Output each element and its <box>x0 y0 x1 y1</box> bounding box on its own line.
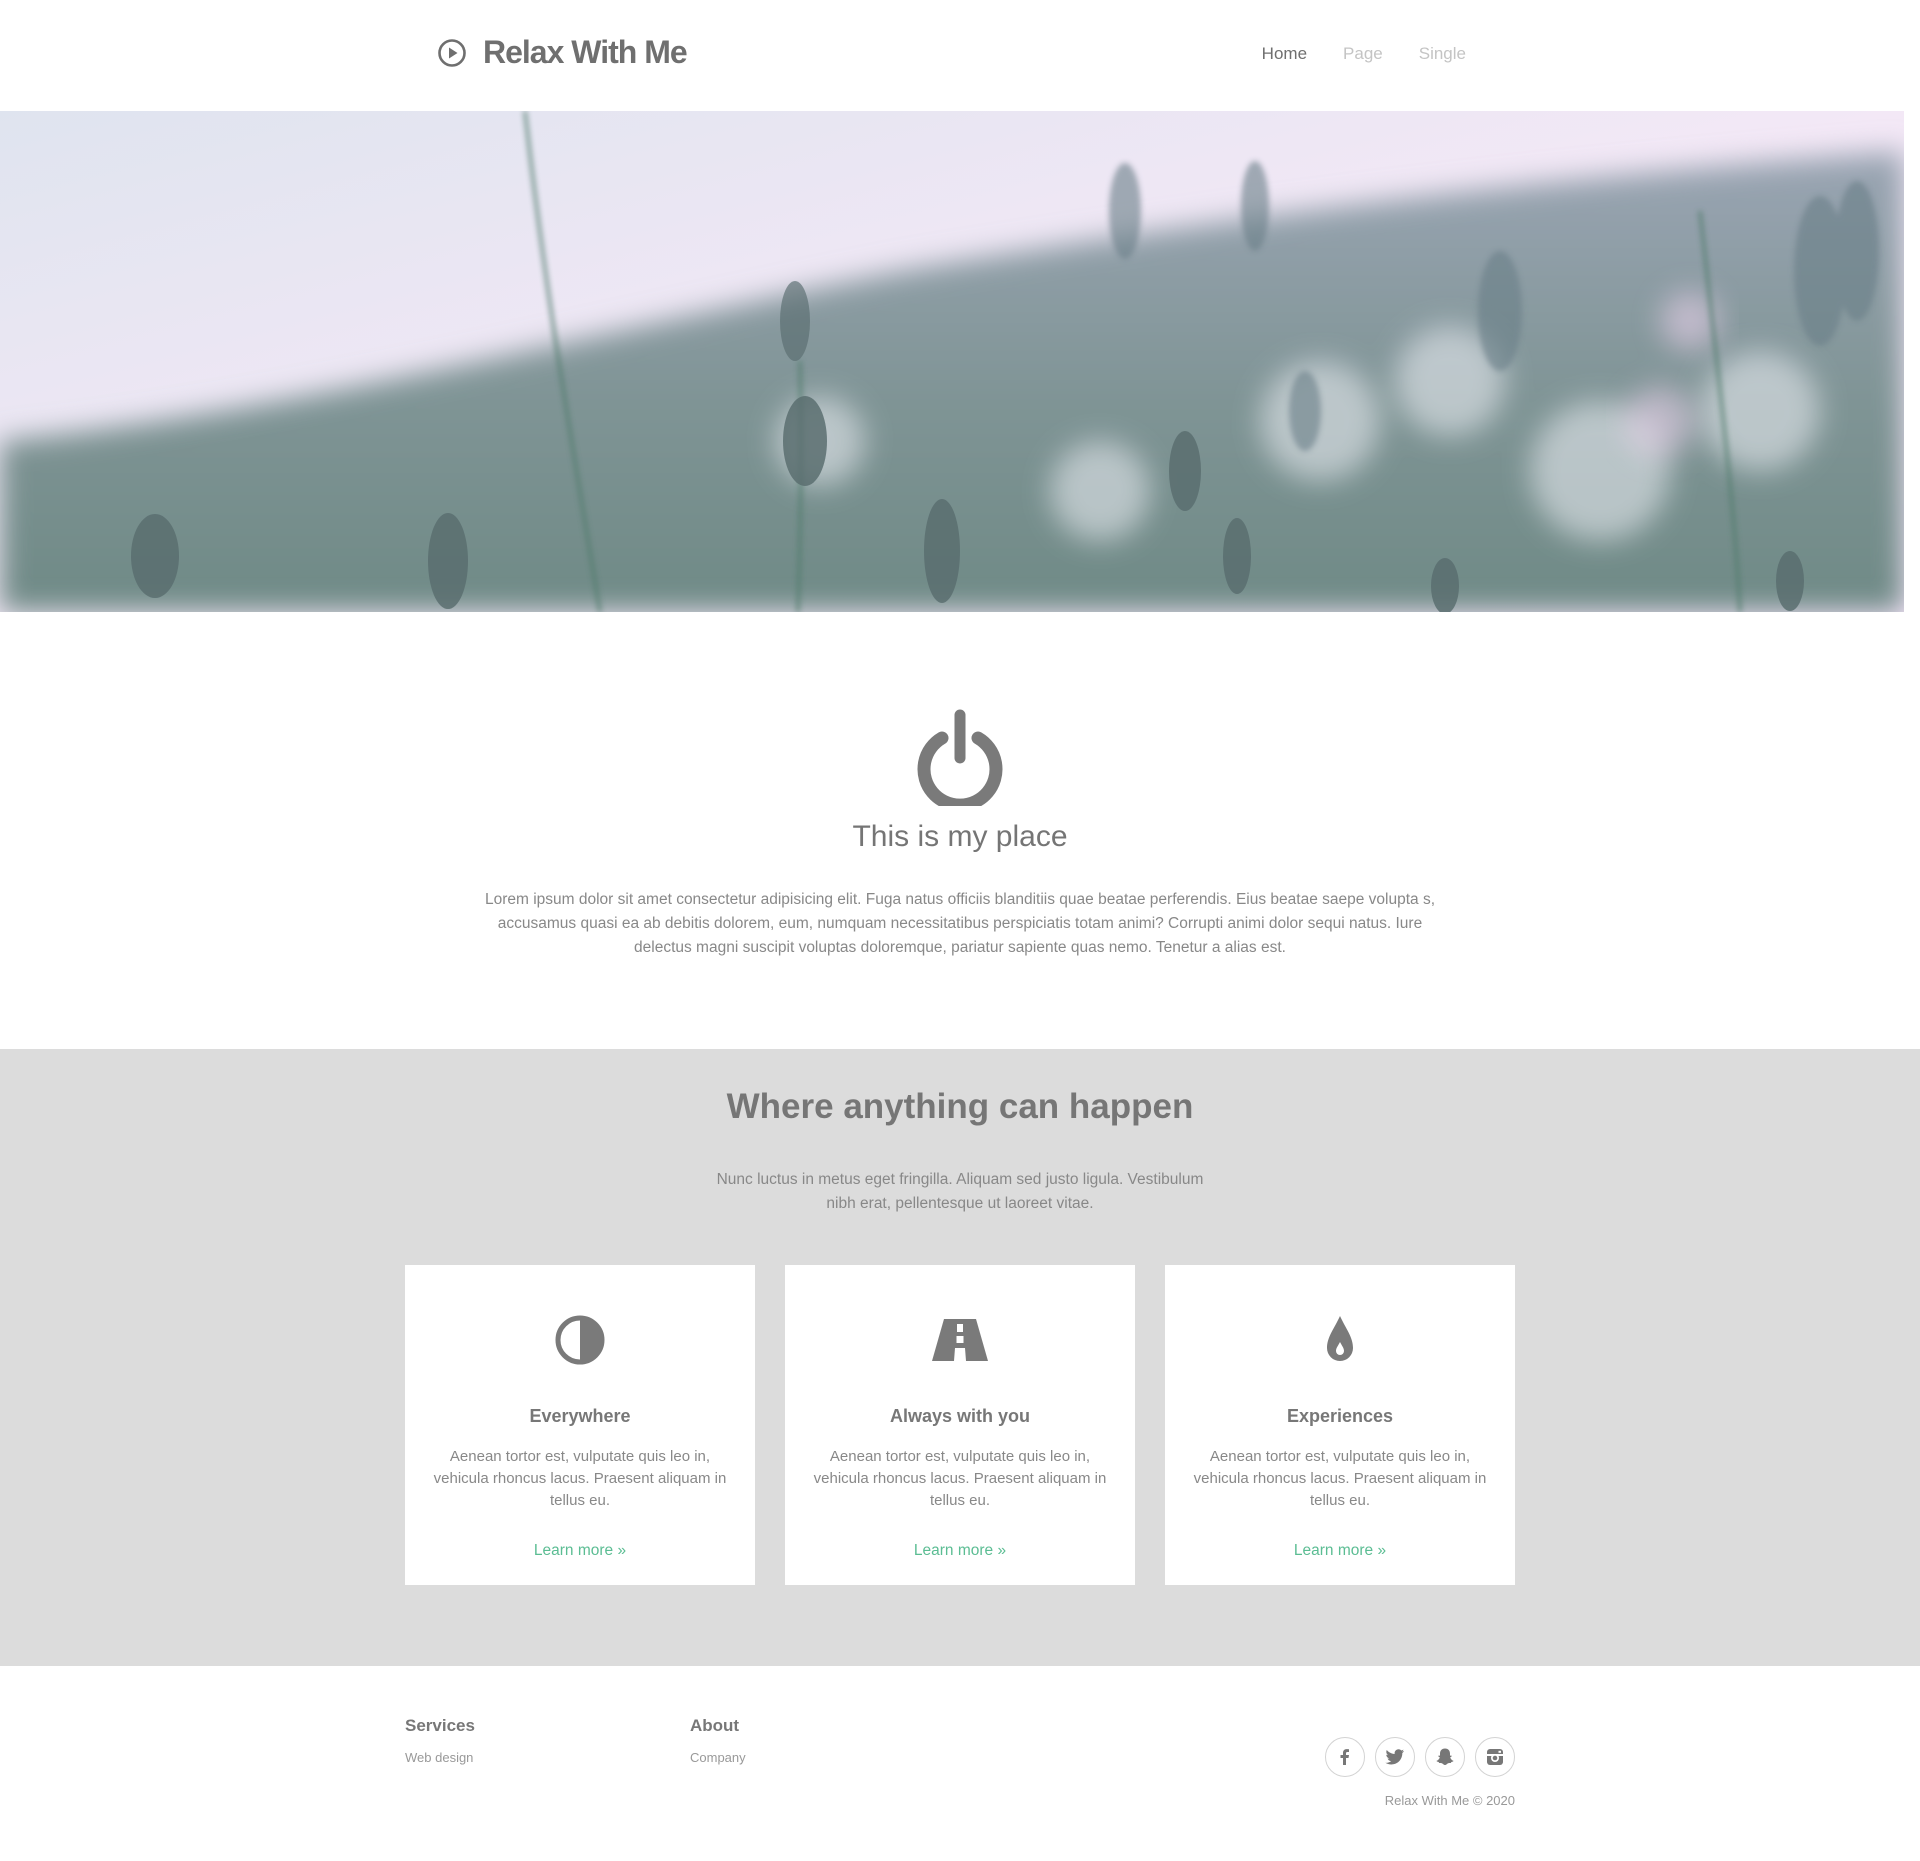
intro-section: This is my place Lorem ipsum dolor sit a… <box>0 612 1920 1049</box>
intro-title: This is my place <box>852 820 1068 853</box>
nav-single[interactable]: Single <box>1419 44 1466 64</box>
features-lead: Nunc luctus in metus eget fringilla. Ali… <box>716 1171 1204 1212</box>
card-title: Always with you <box>889 1406 1031 1426</box>
hero-image <box>0 111 1904 612</box>
learn-more-link[interactable]: Learn more » <box>785 1542 1135 1560</box>
main-nav: Home Page Single <box>1262 44 1466 64</box>
intro-text: Lorem ipsum dolor sit amet consectetur a… <box>484 891 1436 956</box>
footer-column-title: About <box>690 1716 740 1735</box>
drop-icon <box>1327 1316 1353 1361</box>
twitter-icon[interactable] <box>1375 1737 1415 1777</box>
features-title: Where anything can happen <box>726 1087 1194 1126</box>
footer-column-services: Services Web design <box>405 1716 475 1765</box>
instagram-icon[interactable] <box>1475 1737 1515 1777</box>
contrast-icon <box>555 1315 605 1365</box>
nav-home[interactable]: Home <box>1262 44 1307 64</box>
play-circle-icon <box>438 38 466 67</box>
card-text: Aenean tortor est, vulputate quis leo in… <box>1193 1448 1487 1509</box>
learn-more-link[interactable]: Learn more » <box>1165 1542 1515 1560</box>
site-footer: Services Web design About Company Relax … <box>0 1666 1920 1861</box>
snapchat-icon[interactable] <box>1425 1737 1465 1777</box>
power-icon <box>917 709 1003 806</box>
card-title: Experiences <box>1286 1406 1394 1426</box>
feature-card: Experiences Aenean tortor est, vulputate… <box>1165 1265 1515 1585</box>
card-text: Aenean tortor est, vulputate quis leo in… <box>813 1448 1107 1509</box>
card-text: Aenean tortor est, vulputate quis leo in… <box>433 1448 727 1509</box>
card-title: Everywhere <box>529 1406 631 1426</box>
feature-card: Always with you Aenean tortor est, vulpu… <box>785 1265 1135 1585</box>
site-header: Relax With Me Home Page Single <box>0 0 1920 111</box>
feature-card: Everywhere Aenean tortor est, vulputate … <box>405 1265 755 1585</box>
nav-page[interactable]: Page <box>1343 44 1383 64</box>
road-icon <box>932 1319 988 1361</box>
brand-name: Relax With Me <box>483 34 688 70</box>
learn-more-link[interactable]: Learn more » <box>405 1542 755 1560</box>
brand-logo[interactable]: Relax With Me <box>437 34 688 71</box>
footer-link-web-design[interactable]: Web design <box>405 1750 475 1765</box>
footer-column-title: Services <box>405 1716 475 1735</box>
features-section: Where anything can happen Nunc luctus in… <box>0 1049 1920 1666</box>
copyright-text: Relax With Me © 2020 <box>1384 1793 1515 1808</box>
footer-link-company[interactable]: Company <box>690 1750 746 1765</box>
social-links <box>1325 1737 1515 1777</box>
facebook-icon[interactable] <box>1325 1737 1365 1777</box>
footer-column-about: About Company <box>690 1716 746 1765</box>
